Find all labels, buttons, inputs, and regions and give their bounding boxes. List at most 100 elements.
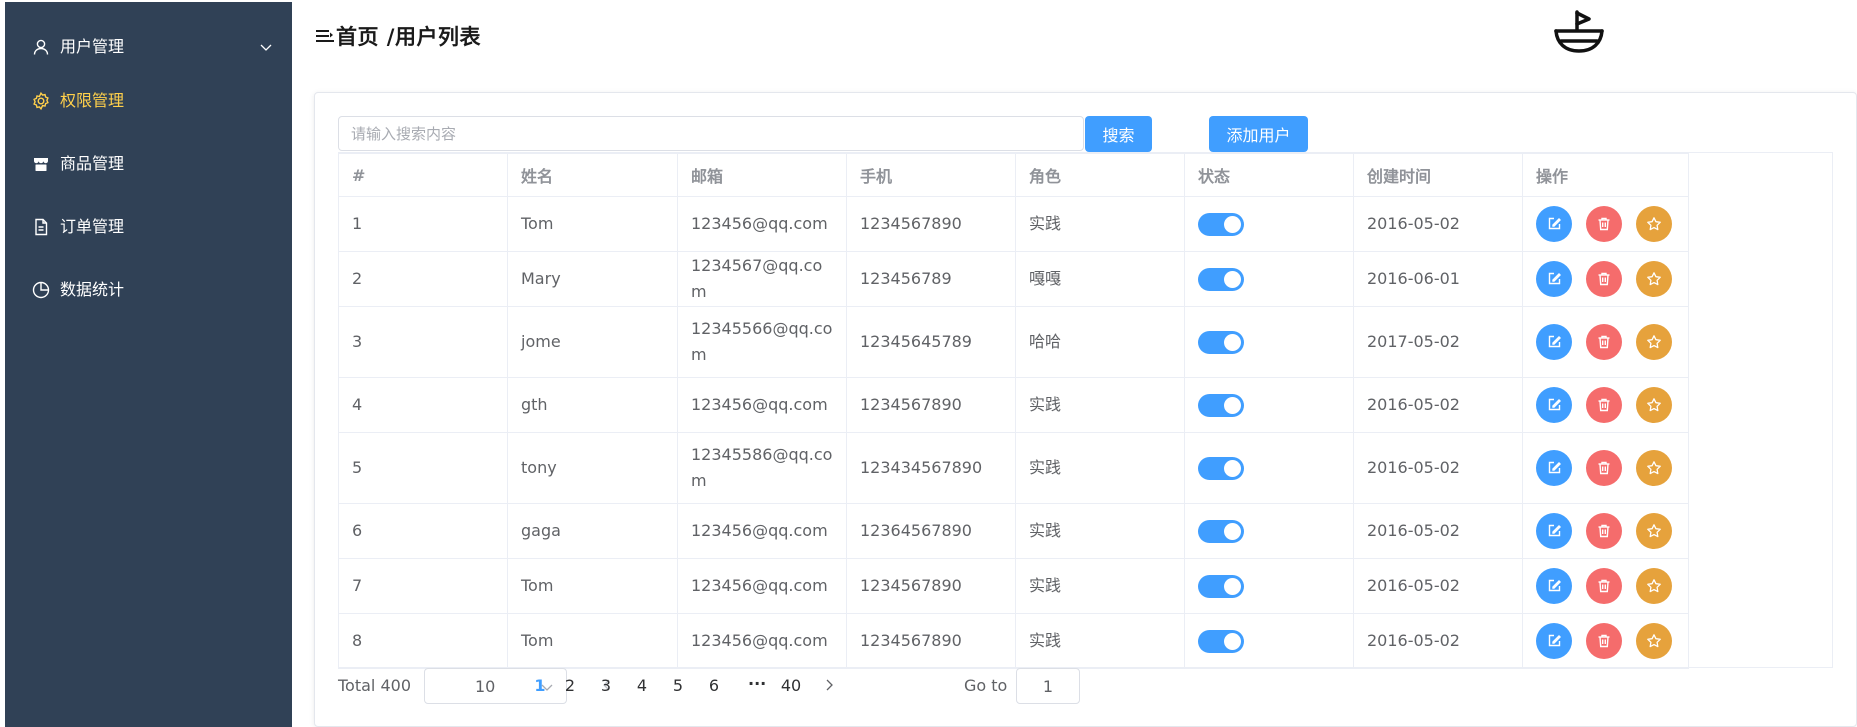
more-pages-icon[interactable]: ···	[748, 674, 766, 693]
cell-phone: 1234567890	[846, 558, 1016, 614]
assign-role-button[interactable]	[1636, 623, 1672, 659]
status-switch[interactable]	[1198, 212, 1244, 236]
cell-role: 实践	[1015, 613, 1185, 669]
search-button[interactable]: 搜索	[1085, 116, 1152, 152]
cell-actions	[1522, 432, 1689, 504]
cell-name: tony	[507, 432, 678, 504]
delete-button[interactable]	[1586, 206, 1622, 242]
cell-email: 123456@qq.com	[677, 558, 847, 614]
status-switch[interactable]	[1198, 456, 1244, 480]
switch-knob	[1224, 459, 1241, 477]
cell-status	[1184, 558, 1354, 614]
table-row: 7 Tom 123456@qq.com 1234567890 实践 2016-05-02	[338, 558, 1689, 614]
cell-index: 3	[338, 306, 508, 378]
column-header-email: 邮箱	[677, 153, 847, 197]
sidebar-item-user-management[interactable]: 用户管理	[5, 27, 292, 67]
edit-button[interactable]	[1536, 206, 1572, 242]
table-header-row: # 姓名 邮箱 手机 角色 状态 创建时间 操作	[338, 153, 1689, 197]
edit-icon	[1548, 524, 1561, 537]
delete-icon	[1598, 398, 1610, 412]
sidebar-item-product-management[interactable]: 商品管理	[5, 144, 292, 184]
page-number[interactable]: 5	[663, 676, 693, 695]
edit-button[interactable]	[1536, 450, 1572, 486]
cell-email: 123456@qq.com	[677, 613, 847, 669]
pie-chart-icon	[31, 280, 51, 300]
cell-created: 2016-06-01	[1353, 251, 1523, 307]
cell-status	[1184, 432, 1354, 504]
star-icon	[1647, 398, 1661, 412]
page-number[interactable]: 2	[555, 676, 585, 695]
delete-button[interactable]	[1586, 387, 1622, 423]
assign-role-button[interactable]	[1636, 513, 1672, 549]
star-icon	[1647, 461, 1661, 475]
edit-button[interactable]	[1536, 513, 1572, 549]
edit-button[interactable]	[1536, 623, 1572, 659]
edit-button[interactable]	[1536, 568, 1572, 604]
add-user-button[interactable]: 添加用户	[1209, 116, 1308, 152]
cell-index: 5	[338, 432, 508, 504]
status-switch[interactable]	[1198, 629, 1244, 653]
sidebar-item-permission-management[interactable]: 权限管理	[5, 81, 292, 121]
next-page-button[interactable]	[822, 678, 836, 692]
cell-actions	[1522, 196, 1689, 252]
row-actions	[1536, 206, 1675, 242]
page-number[interactable]: 3	[591, 676, 621, 695]
delete-icon	[1598, 272, 1610, 286]
goto-label: Go to	[964, 676, 1008, 695]
assign-role-button[interactable]	[1636, 387, 1672, 423]
assign-role-button[interactable]	[1636, 261, 1672, 297]
delete-button[interactable]	[1586, 513, 1622, 549]
sidebar-item-label: 商品管理	[60, 154, 125, 173]
switch-knob	[1224, 333, 1241, 351]
assign-role-button[interactable]	[1636, 324, 1672, 360]
delete-button[interactable]	[1586, 623, 1622, 659]
sidebar-item-order-management[interactable]: 订单管理	[5, 207, 292, 247]
page-number[interactable]: 6	[699, 676, 729, 695]
delete-button[interactable]	[1586, 568, 1622, 604]
page-number[interactable]: 4	[627, 676, 657, 695]
switch-knob	[1224, 522, 1241, 540]
cell-name: Tom	[507, 613, 678, 669]
goto-page-input[interactable]	[1016, 668, 1080, 704]
edit-icon	[1548, 335, 1561, 348]
edit-button[interactable]	[1536, 387, 1572, 423]
row-actions	[1536, 261, 1675, 297]
column-header-status: 状态	[1184, 153, 1354, 197]
delete-button[interactable]	[1586, 261, 1622, 297]
cell-phone: 123456789	[846, 251, 1016, 307]
row-actions	[1536, 623, 1675, 659]
pagination: Total 400 10 1 2 3 4 5 6 ··· 40 Go to	[338, 668, 1238, 704]
cell-role: 实践	[1015, 432, 1185, 504]
status-switch[interactable]	[1198, 330, 1244, 354]
assign-role-button[interactable]	[1636, 450, 1672, 486]
cell-role: 嘎嘎	[1015, 251, 1185, 307]
menu-fold-icon[interactable]	[316, 28, 334, 42]
status-switch[interactable]	[1198, 393, 1244, 417]
search-input[interactable]	[338, 116, 1084, 151]
delete-button[interactable]	[1586, 324, 1622, 360]
cell-created: 2016-05-02	[1353, 503, 1523, 559]
edit-button[interactable]	[1536, 261, 1572, 297]
edit-icon	[1548, 461, 1561, 474]
delete-button[interactable]	[1586, 450, 1622, 486]
page-number-last[interactable]: 40	[776, 676, 806, 695]
cell-role: 实践	[1015, 503, 1185, 559]
sidebar-item-data-statistics[interactable]: 数据统计	[5, 270, 292, 310]
edit-icon	[1548, 272, 1561, 285]
cell-index: 2	[338, 251, 508, 307]
status-switch[interactable]	[1198, 267, 1244, 291]
edit-button[interactable]	[1536, 324, 1572, 360]
document-icon	[31, 217, 51, 237]
assign-role-button[interactable]	[1636, 568, 1672, 604]
cell-actions	[1522, 613, 1689, 669]
cell-name: Tom	[507, 558, 678, 614]
status-switch[interactable]	[1198, 519, 1244, 543]
assign-role-button[interactable]	[1636, 206, 1672, 242]
cell-created: 2017-05-02	[1353, 306, 1523, 378]
page-number[interactable]: 1	[525, 676, 555, 695]
switch-knob	[1224, 632, 1241, 650]
cell-role: 实践	[1015, 377, 1185, 433]
column-header-created: 创建时间	[1353, 153, 1523, 197]
status-switch[interactable]	[1198, 574, 1244, 598]
boat-logo-icon	[1552, 8, 1606, 58]
